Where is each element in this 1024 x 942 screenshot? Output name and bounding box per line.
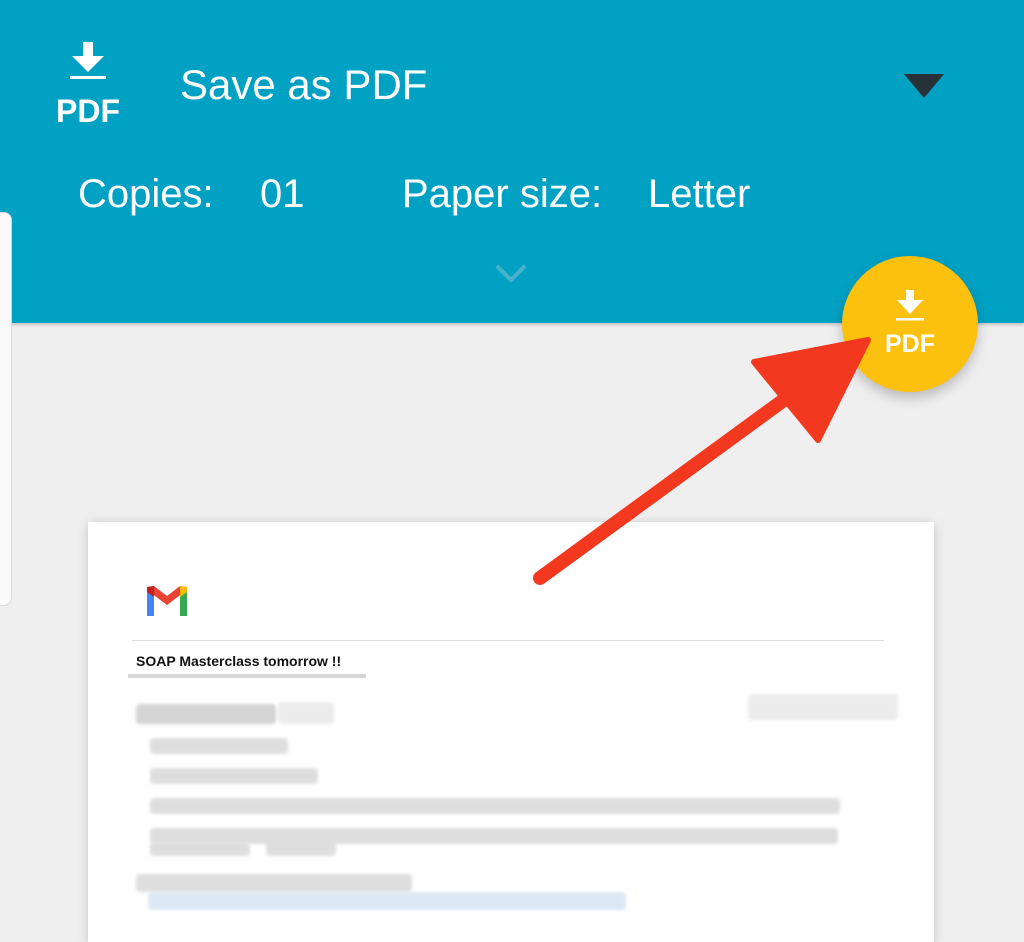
triangle-down-icon[interactable] (904, 74, 944, 98)
redacted-sender-detail (278, 702, 334, 724)
redacted-line (150, 738, 288, 754)
divider (132, 640, 884, 641)
copies-input[interactable]: 01 (260, 168, 305, 220)
redacted-link (148, 892, 626, 910)
chevron-down-icon[interactable] (494, 262, 528, 284)
redacted-date (748, 694, 898, 720)
redacted-line (150, 842, 250, 856)
redacted-line (150, 768, 318, 784)
svg-text:PDF: PDF (885, 330, 935, 356)
pdf-download-icon: PDF (56, 42, 120, 126)
email-subject: SOAP Masterclass tomorrow !! (136, 653, 342, 669)
printer-select[interactable]: Save as PDF (180, 58, 427, 112)
print-preview-page: SOAP Masterclass tomorrow !! (88, 522, 934, 942)
redacted-line (150, 798, 840, 814)
redacted-line (150, 828, 838, 844)
gmail-logo-icon (147, 586, 187, 616)
pdf-download-icon: PDF (885, 290, 935, 356)
subject-underline (128, 674, 366, 678)
paper-size-label: Paper size: (402, 172, 603, 216)
paper-size-select[interactable]: Letter (648, 168, 750, 220)
download-pdf-button[interactable]: PDF (842, 256, 978, 392)
svg-text:PDF: PDF (56, 93, 120, 126)
copies-label: Copies: (78, 172, 214, 216)
redacted-line (266, 840, 336, 856)
redacted-line (136, 874, 412, 892)
side-panel-edge (0, 212, 12, 606)
redacted-sender (136, 704, 276, 724)
